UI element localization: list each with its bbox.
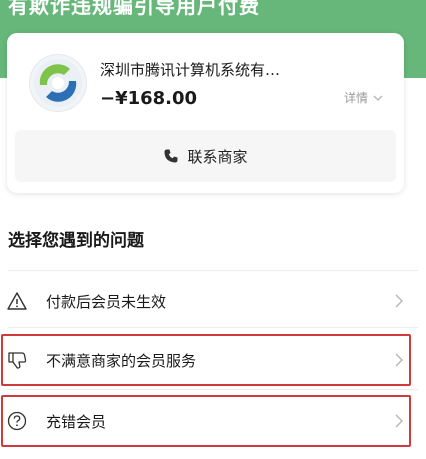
header-title: 有欺诈违规骗引导用户付费 <box>8 0 260 18</box>
merchant-logo-icon <box>30 55 86 111</box>
issue-label: 充错会员 <box>46 413 107 431</box>
chevron-right-icon <box>394 413 404 429</box>
merchant-name: 深圳市腾讯计算机系统有… <box>100 61 281 79</box>
section-title: 选择您遇到的问题 <box>8 231 144 251</box>
divider <box>8 270 418 271</box>
issue-row-wrong-membership[interactable]: 充错会员 <box>0 395 412 447</box>
divider <box>8 389 418 390</box>
contact-merchant-button[interactable]: 联系商家 <box>15 130 396 182</box>
issue-row-membership-not-effective[interactable]: 付款后会员未生效 <box>0 275 412 327</box>
issue-label: 付款后会员未生效 <box>46 293 167 311</box>
chevron-right-icon <box>394 293 404 309</box>
merchant-card: 深圳市腾讯计算机系统有… −¥168.00 详情 联系商家 <box>7 33 404 193</box>
issue-row-unsatisfied-service[interactable]: 不满意商家的会员服务 <box>0 334 412 386</box>
chevron-right-icon <box>394 352 404 368</box>
issue-label: 不满意商家的会员服务 <box>46 352 197 370</box>
payment-amount: −¥168.00 <box>100 88 198 109</box>
details-label: 详情 <box>343 91 368 105</box>
phone-icon <box>163 148 179 164</box>
contact-merchant-label: 联系商家 <box>187 147 248 166</box>
question-circle-icon <box>6 410 28 432</box>
warning-triangle-icon <box>6 290 28 312</box>
thumbs-down-icon <box>6 349 28 371</box>
chevron-down-icon <box>372 92 384 104</box>
divider <box>8 327 418 328</box>
details-link[interactable]: 详情 <box>344 89 384 106</box>
